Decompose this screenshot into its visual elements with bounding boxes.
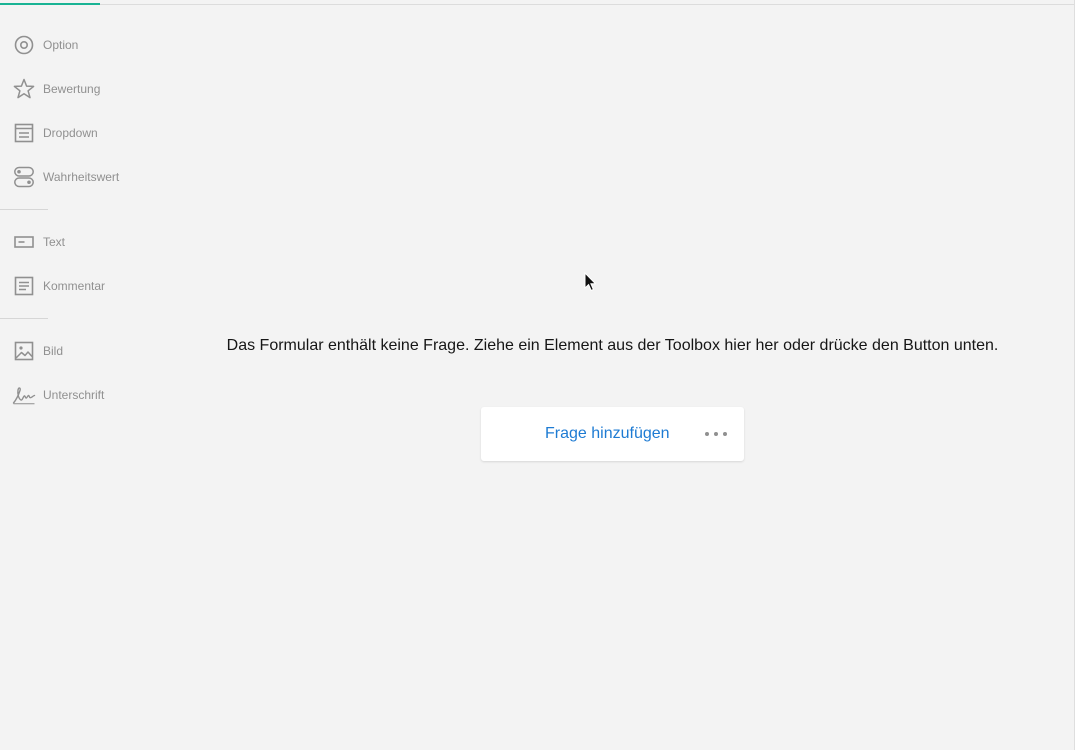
dropdown-icon — [12, 121, 36, 145]
toolbox-separator — [0, 209, 48, 210]
star-icon — [12, 77, 36, 101]
toolbox-item-label: Bewertung — [43, 82, 101, 96]
toolbox-item-wahrheitswert[interactable]: Wahrheitswert — [0, 155, 160, 199]
add-question-panel: Frage hinzufügen — [481, 407, 744, 461]
boolean-toggle-icon — [12, 165, 36, 189]
text-input-icon — [12, 230, 36, 254]
image-icon — [12, 339, 36, 363]
empty-survey-message: Das Formular enthält keine Frage. Ziehe … — [226, 337, 999, 354]
more-dots-icon[interactable] — [702, 426, 730, 442]
toolbox-item-label: Bild — [43, 344, 64, 358]
toolbox-item-option[interactable]: Option — [0, 23, 160, 67]
top-tab-indicator — [0, 3, 100, 5]
radio-icon — [12, 33, 36, 57]
survey-designer: Option Bewertung Dropdown Wahrheitswert — [0, 0, 1075, 750]
top-divider — [0, 4, 1075, 5]
toolbox-item-text[interactable]: Text — [0, 220, 160, 264]
toolbox-item-label: Kommentar — [43, 279, 106, 293]
toolbox-item-kommentar[interactable]: Kommentar — [0, 264, 160, 308]
toolbox-item-bild[interactable]: Bild — [0, 329, 160, 373]
signature-icon — [12, 383, 36, 407]
toolbox-item-label: Wahrheitswert — [43, 170, 120, 184]
toolbox-item-unterschrift[interactable]: Unterschrift — [0, 373, 160, 417]
add-question-button[interactable]: Frage hinzufügen — [545, 407, 670, 461]
toolbox-separator — [0, 318, 48, 319]
mouse-cursor-icon — [584, 272, 596, 292]
toolbox-item-label: Unterschrift — [43, 388, 105, 402]
toolbox-item-label: Text — [43, 235, 66, 249]
toolbox-item-label: Option — [43, 38, 79, 52]
toolbox: Option Bewertung Dropdown Wahrheitswert — [0, 23, 160, 417]
toolbox-item-label: Dropdown — [43, 126, 98, 140]
toolbox-item-bewertung[interactable]: Bewertung — [0, 67, 160, 111]
comment-icon — [12, 274, 36, 298]
toolbox-item-dropdown[interactable]: Dropdown — [0, 111, 160, 155]
